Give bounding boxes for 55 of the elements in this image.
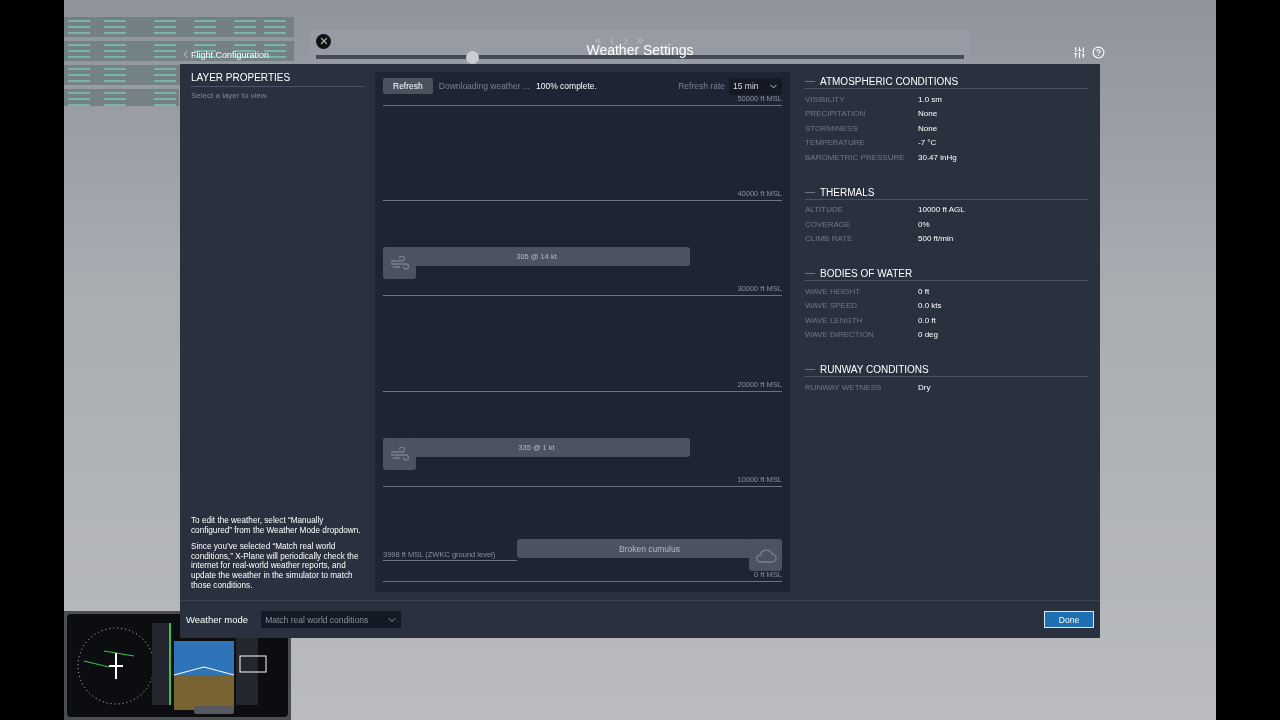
property-label: VISIBILITY (805, 94, 846, 104)
property-label: COVERAGE (805, 219, 852, 229)
property-value: 30.47 inHg (918, 152, 958, 162)
progress-text: 100% complete. (535, 81, 597, 91)
property-label: ALTITUDE (805, 205, 845, 215)
property-value: -7 °C (918, 138, 938, 148)
property-value: 0 ft (918, 286, 931, 296)
property-value: 0% (918, 219, 931, 229)
status-text: Downloading weather ... (438, 81, 530, 91)
property-value: 0.0 kts (918, 301, 943, 311)
property-label: RUNWAY WETNESS (805, 382, 883, 392)
property-label: BAROMETRIC PRESSURE (805, 152, 906, 162)
refresh-rate-label: Refresh rate (678, 81, 725, 91)
refresh-button[interactable]: Refresh (383, 78, 433, 94)
close-icon (318, 36, 329, 46)
rewind-button[interactable] (593, 36, 603, 46)
property-label: WAVE HEIGHT (805, 286, 862, 296)
property-value: Dry (918, 382, 932, 392)
back-button[interactable] (607, 36, 617, 46)
property-value: None (918, 123, 939, 133)
property-value: 0.0 ft (918, 315, 937, 325)
settings-icon[interactable] (1073, 46, 1086, 59)
property-value: 0 deg (918, 330, 940, 340)
property-value: 500 ft/min (918, 234, 955, 244)
forward-button[interactable] (621, 36, 631, 46)
property-label: PRECIPITATION (805, 109, 867, 119)
close-button[interactable] (316, 33, 331, 49)
property-label: STORMINESS (805, 123, 859, 133)
property-label: CLIMB RATE (805, 234, 854, 244)
property-value: None (918, 109, 939, 119)
wind-icon (389, 256, 410, 271)
section-title: ATMOSPHERIC CONDITIONS (820, 76, 959, 87)
weather-mode-dropdown[interactable]: Match real world conditions (261, 611, 402, 628)
weather-mode-label: Weather mode (186, 614, 249, 625)
refresh-rate-dropdown[interactable]: 15 min (729, 77, 782, 95)
property-label: TEMPERATURE (805, 138, 866, 148)
hint-text: Select a layer to view. (191, 91, 270, 100)
slider-thumb[interactable] (465, 51, 479, 64)
info-paragraph: Since you’ve selected “Match real world conditions,” X-Plane will periodically check the internet for real-world weather reports, and update the weather in the simulator to match those conditions. (191, 541, 360, 591)
property-label: WAVE LENGTH (805, 315, 864, 325)
section-title: LAYER PROPERTIES (191, 72, 365, 87)
section-title: BODIES OF WATER (820, 268, 913, 279)
window-title: Weather Settings (586, 42, 694, 60)
help-icon[interactable] (1092, 46, 1105, 59)
section-title: RUNWAY CONDITIONS (820, 364, 929, 375)
cloud-icon (754, 547, 777, 563)
property-value: 10000 ft AGL (918, 205, 966, 215)
wind-icon (389, 446, 410, 461)
property-value: 1.0 sm (918, 94, 943, 104)
property-label: WAVE DIRECTION (805, 330, 875, 340)
section-title: THERMALS (820, 186, 875, 198)
fast-forward-button[interactable] (635, 36, 645, 46)
info-paragraph: To edit the weather, select “Manually configured” from the Weather Mode dropdown. (191, 516, 362, 536)
property-label: WAVE SPEED (805, 301, 858, 311)
done-button[interactable]: Done (1044, 611, 1094, 628)
